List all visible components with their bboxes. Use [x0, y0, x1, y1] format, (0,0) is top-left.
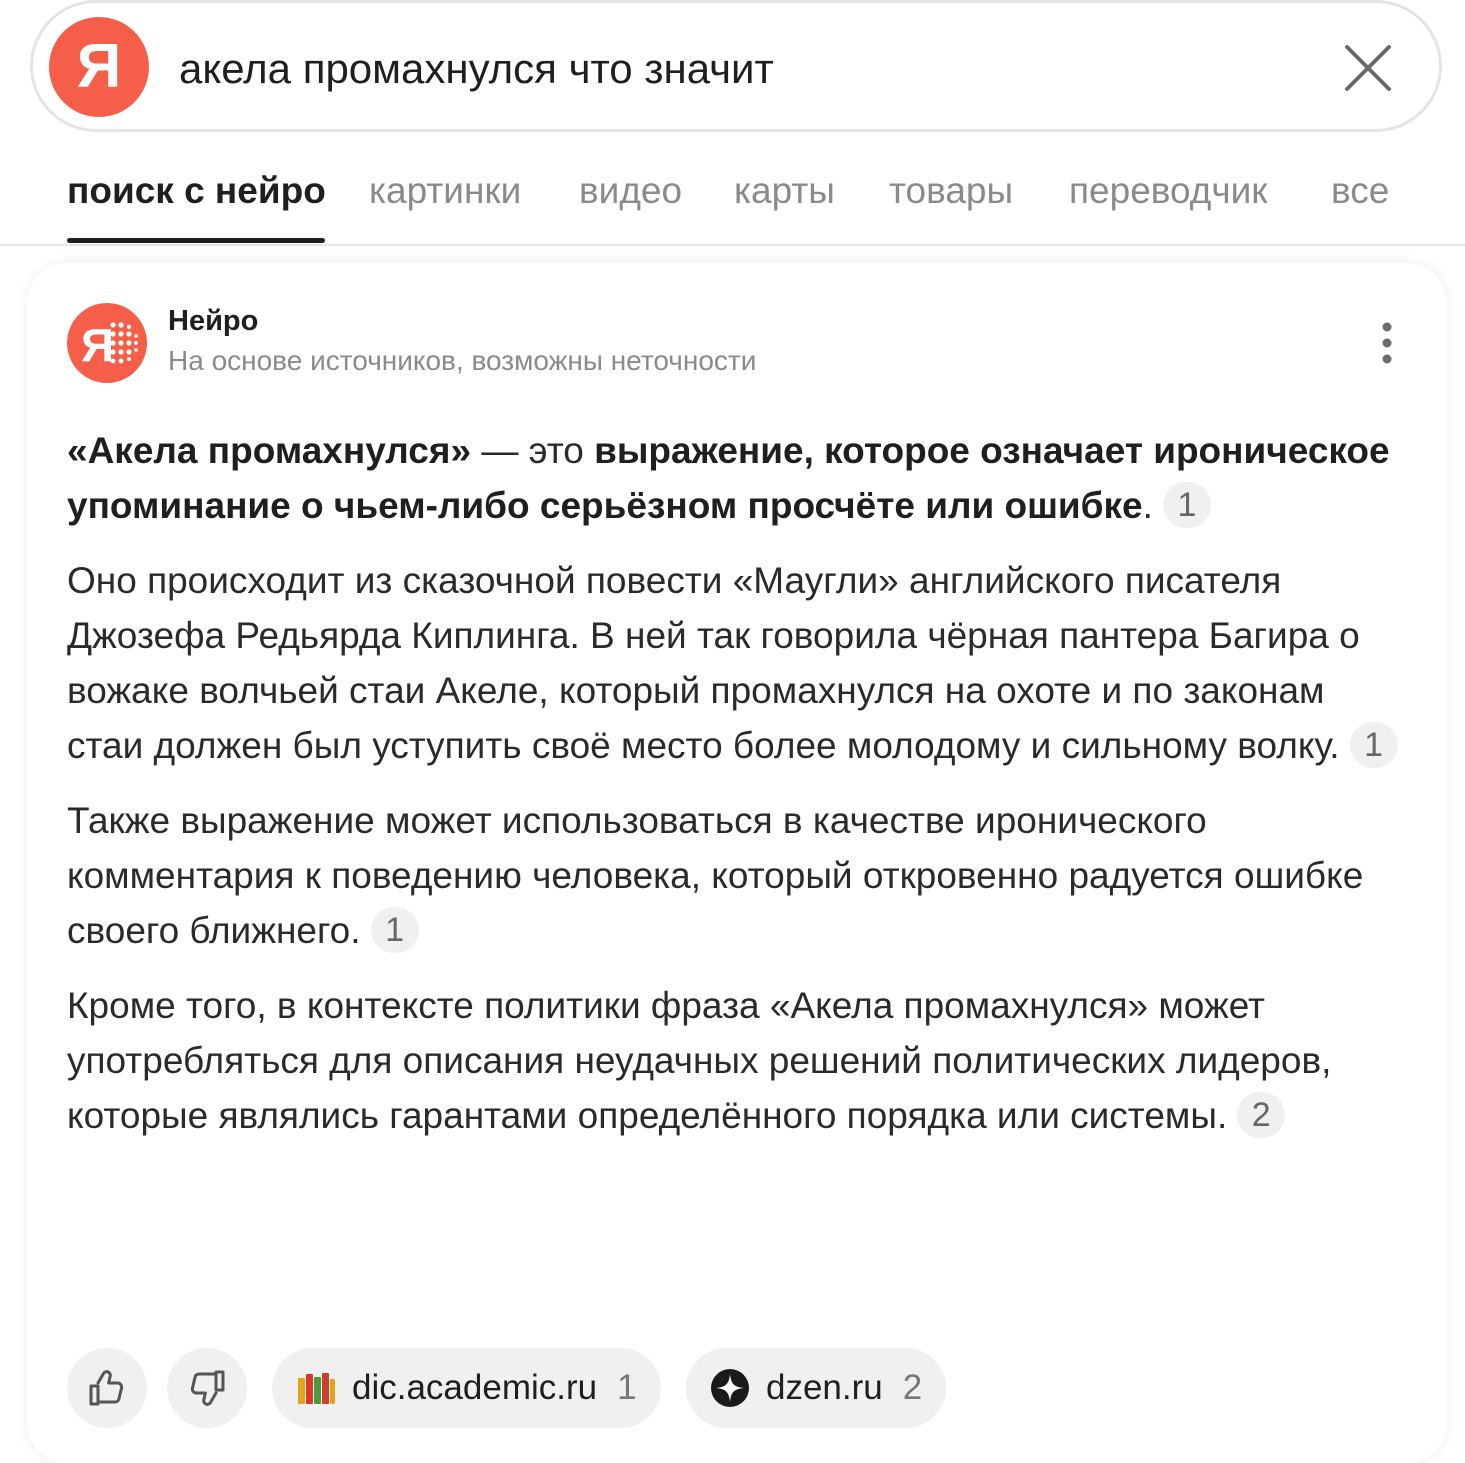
svg-text:Я: Я — [81, 319, 114, 371]
neuro-title: Нейро — [168, 305, 259, 337]
answer-paragraph: «Акела промахнулся» — это выражение, кот… — [67, 423, 1407, 533]
neuro-answer-card: Я Нейро На основе источников, возможны н… — [27, 263, 1447, 1463]
source-ref[interactable]: 1 — [1162, 482, 1211, 528]
books-icon — [298, 1373, 335, 1404]
tab-video[interactable]: видео — [579, 170, 682, 212]
close-icon[interactable] — [1333, 33, 1403, 103]
neuro-subtitle: На основе источников, возможны неточност… — [168, 345, 757, 376]
source-ref[interactable]: 1 — [370, 907, 419, 953]
yandex-logo-letter: Я — [76, 32, 122, 101]
tab-maps[interactable]: карты — [734, 170, 835, 212]
source-chip-dzen[interactable]: dzen.ru 2 — [686, 1348, 947, 1428]
answer-end: . — [1142, 485, 1153, 526]
paragraph-text: Также выражение может использоваться в к… — [67, 800, 1364, 951]
tab-neuro-search[interactable]: поиск с нейро — [67, 170, 326, 212]
thumbs-down-icon — [190, 1370, 225, 1406]
dzen-star-icon — [711, 1369, 749, 1407]
source-chip-academic[interactable]: dic.academic.ru 1 — [272, 1348, 661, 1428]
paragraph-text: Кроме того, в контексте политики фраза «… — [67, 985, 1332, 1136]
answer-paragraph: Также выражение может использоваться в к… — [67, 793, 1407, 958]
search-input[interactable] — [179, 39, 1299, 99]
tab-products[interactable]: товары — [889, 170, 1013, 212]
source-ref[interactable]: 2 — [1237, 1092, 1286, 1138]
answer-text: «Акела промахнулся» — это выражение, кот… — [67, 423, 1407, 1163]
search-tabs: поиск с нейро картинки видео карты товар… — [0, 150, 1465, 246]
source-name: dic.academic.ru — [352, 1368, 598, 1407]
yandex-logo[interactable]: Я — [49, 17, 149, 117]
tab-translator[interactable]: переводчик — [1069, 170, 1268, 212]
neuro-logo-icon: Я — [67, 303, 147, 383]
source-name: dzen.ru — [766, 1368, 883, 1407]
source-ref[interactable]: 1 — [1349, 722, 1398, 768]
thumbs-up-icon — [89, 1370, 124, 1406]
answer-paragraph: Оно происходит из сказочной повести «Мау… — [67, 553, 1407, 773]
dislike-button[interactable] — [167, 1348, 247, 1428]
more-vertical-icon[interactable] — [1371, 321, 1403, 369]
search-bar: Я — [30, 0, 1442, 132]
answer-paragraph: Кроме того, в контексте политики фраза «… — [67, 978, 1407, 1143]
like-button[interactable] — [67, 1348, 147, 1428]
source-number: 1 — [617, 1368, 637, 1407]
source-number: 2 — [902, 1368, 923, 1407]
answer-term: «Акела промахнулся» — [67, 430, 472, 471]
tab-images[interactable]: картинки — [369, 170, 521, 212]
tab-all[interactable]: все — [1331, 170, 1389, 212]
answer-dash: — это — [471, 430, 595, 471]
active-tab-indicator — [67, 238, 325, 243]
paragraph-text: Оно происходит из сказочной повести «Мау… — [67, 560, 1360, 766]
